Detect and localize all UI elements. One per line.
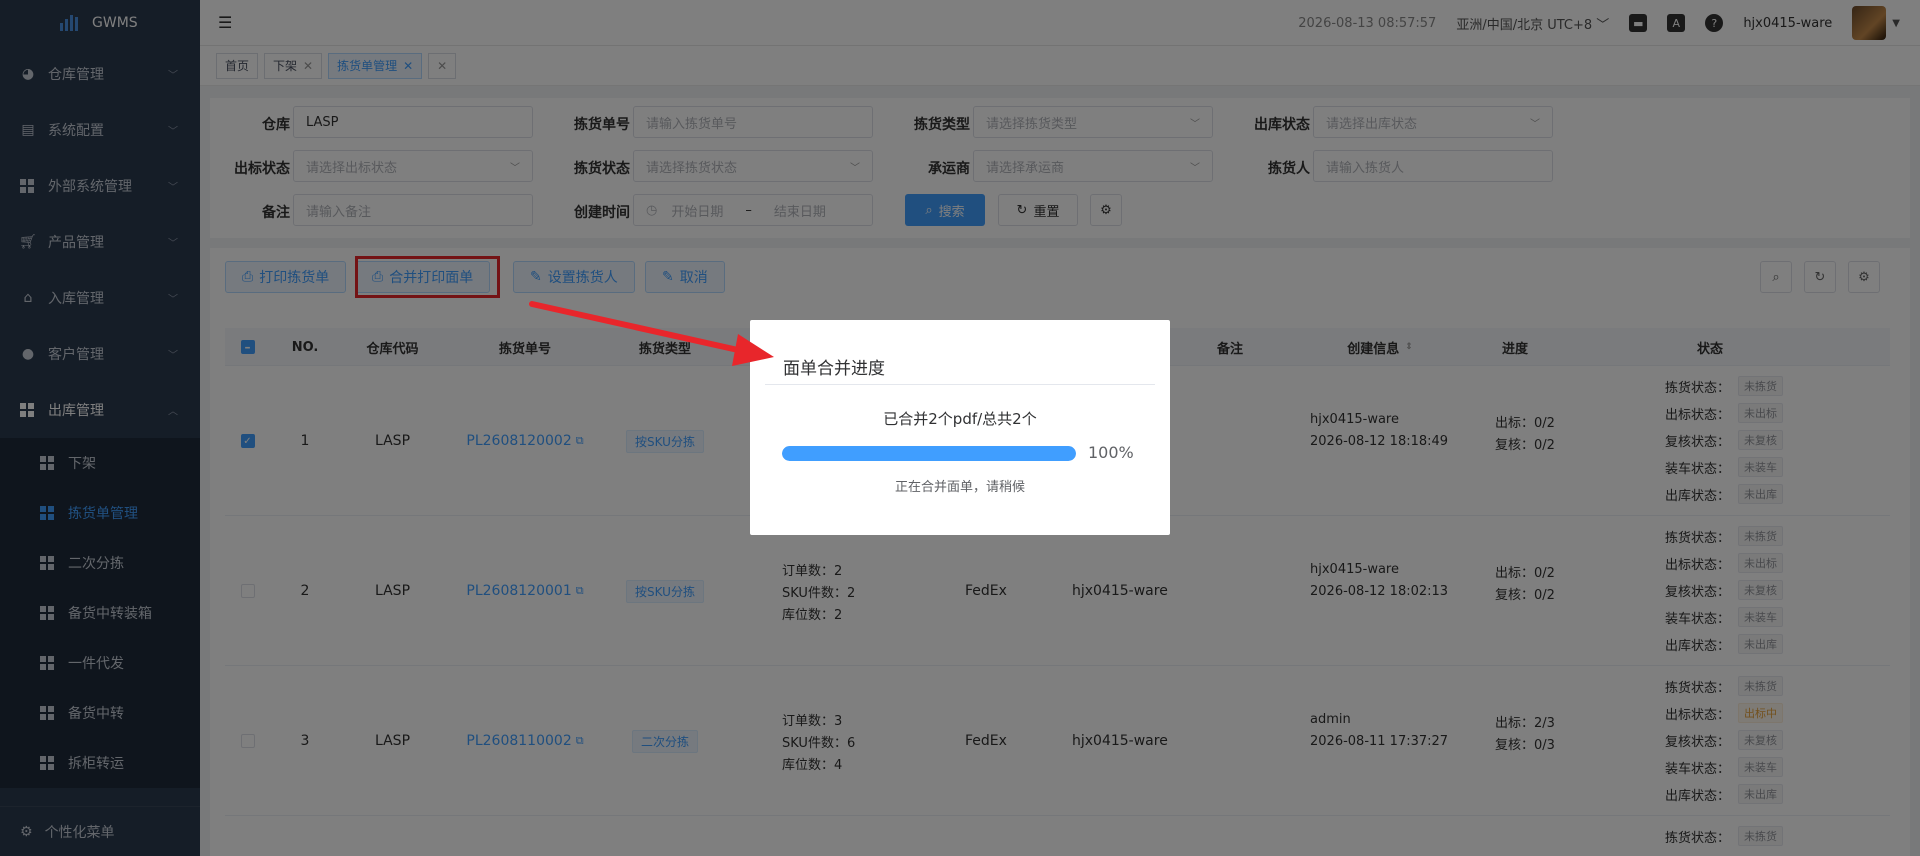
divider	[765, 384, 1155, 385]
progress-bar	[782, 446, 1076, 461]
progress-percent: 100%	[1088, 443, 1134, 462]
merge-progress-dialog: 面单合并进度 已合并2个pdf/总共2个 100% 正在合并面单，请稍候	[750, 320, 1170, 535]
progress-fill	[782, 446, 1076, 461]
merge-subtitle: 正在合并面单，请稍候	[894, 480, 1025, 495]
dialog-title: 面单合并进度	[783, 359, 885, 379]
merge-message: 已合并2个pdf/总共2个	[883, 410, 1037, 428]
